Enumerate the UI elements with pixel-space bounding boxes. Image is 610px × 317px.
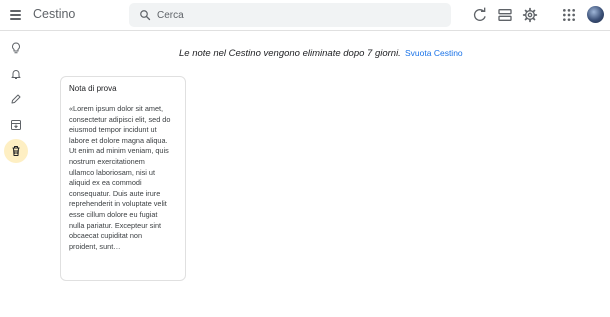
settings-icon[interactable] [522,7,538,23]
main-menu-button[interactable] [7,6,25,24]
pencil-icon [11,94,21,104]
apps-grid-icon[interactable] [561,7,577,23]
account-avatar[interactable] [587,6,604,23]
hamburger-menu-icon [10,10,21,12]
archive-icon [11,120,21,130]
app-title: Cestino [33,7,76,21]
refresh-icon[interactable] [472,7,488,23]
note-body: «Lorem ipsum dolor sit amet, consectetur… [69,104,171,251]
lightbulb-icon [12,42,20,54]
note-card[interactable]: Nota di prova «Lorem ipsum dolor sit ame… [60,76,186,281]
sidebar-item-archive[interactable] [4,113,28,137]
list-view-icon[interactable] [497,7,513,23]
empty-trash-button[interactable]: Svuota Cestino [405,48,463,58]
search-icon[interactable] [139,9,151,21]
trash-icon [12,146,20,156]
top-bar: Cestino [0,0,610,31]
sidebar-item-trash[interactable] [4,139,28,163]
sidebar-item-edit-labels[interactable] [4,87,28,111]
search-input[interactable] [157,7,437,23]
sidebar-item-reminders[interactable] [4,62,28,86]
bell-icon [11,70,21,79]
note-title: Nota di prova [69,84,117,93]
sidebar-item-notes[interactable] [4,36,28,60]
search-bar[interactable] [129,3,451,27]
trash-notice: Le note nel Cestino vengono eliminate do… [179,48,401,59]
